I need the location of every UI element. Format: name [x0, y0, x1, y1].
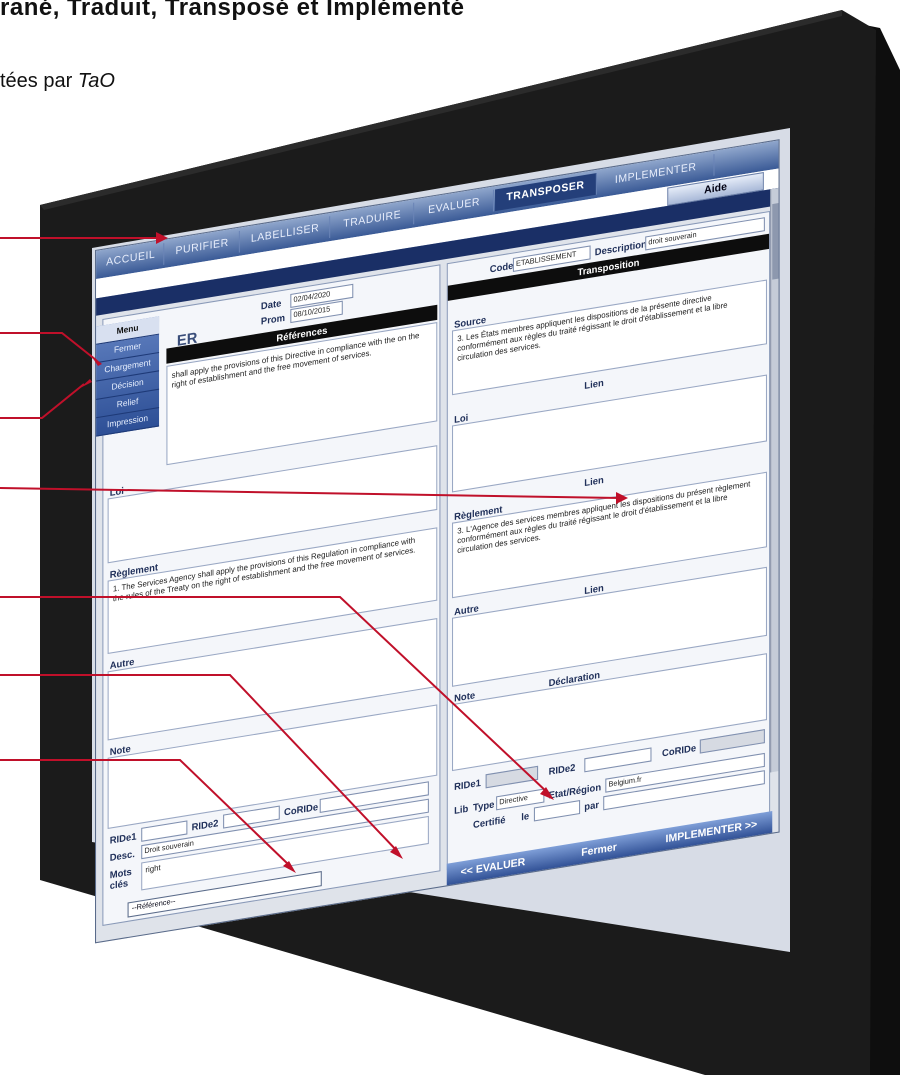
arrow-certifie: [0, 674, 399, 853]
arrow-ride2: [0, 596, 549, 794]
annotation-arrows: [0, 232, 628, 873]
arrow-menu-decision: [0, 383, 85, 419]
arrow-icon-toolbar: [0, 487, 621, 499]
arrow-menu-chargement: [0, 332, 97, 361]
arrow-reference: [0, 759, 291, 867]
